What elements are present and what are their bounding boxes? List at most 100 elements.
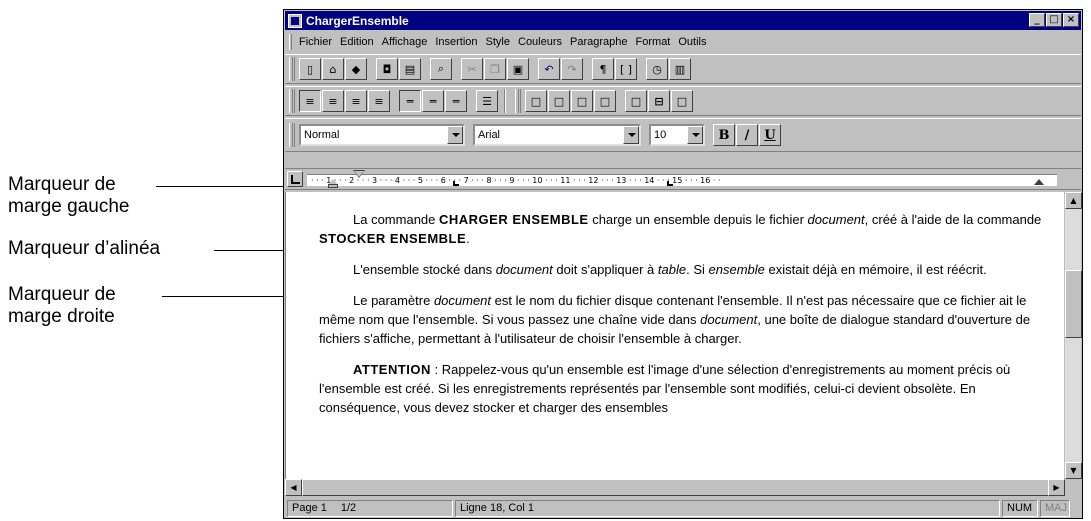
menu-format[interactable]: Format	[632, 36, 675, 48]
style-select[interactable]: Normal	[299, 124, 465, 146]
menu-bar: Fichier Edition Affichage Insertion Styl…	[285, 32, 1081, 52]
scroll-right-icon[interactable]: ▶	[1048, 479, 1065, 496]
title-bar[interactable]: ChargerEnsemble _ □ ×	[285, 11, 1081, 30]
indent-marker-icon[interactable]	[354, 171, 364, 177]
menu-insertion[interactable]: Insertion	[431, 36, 481, 48]
scroll-down-icon[interactable]: ▼	[1065, 462, 1082, 479]
tab-type-icon[interactable]	[287, 171, 303, 187]
new-document-icon[interactable]: ▯	[299, 58, 321, 80]
status-page: Page 1	[292, 502, 327, 514]
callout-left-margin: Marqueur de marge gauche	[8, 174, 129, 218]
border-right-icon[interactable]: □	[571, 90, 593, 112]
menu-grip[interactable]	[289, 34, 292, 50]
bold-text: CHARGER ENSEMBLE	[439, 212, 589, 227]
font-select[interactable]: Arial	[473, 124, 641, 146]
status-page-field: Page 1 1/2	[287, 499, 453, 517]
menu-paragraphe[interactable]: Paragraphe	[566, 36, 632, 48]
align-center-icon[interactable]: ≡	[322, 90, 344, 112]
menu-style[interactable]: Style	[482, 36, 514, 48]
text: La commande	[353, 212, 439, 227]
callout-left-margin-line2: marge gauche	[8, 196, 130, 217]
text: .	[466, 231, 470, 246]
tab-stop-icon[interactable]	[667, 181, 673, 186]
vertical-scrollbar[interactable]: ▲ ▼	[1064, 192, 1082, 479]
bullet-list-icon[interactable]: ☰	[476, 90, 498, 112]
align-left-icon[interactable]: ≡	[299, 90, 321, 112]
status-pages: 1/2	[340, 502, 357, 514]
tab-stop-icon[interactable]	[453, 181, 459, 186]
close-icon[interactable]: ×	[1063, 13, 1079, 27]
app-icon[interactable]	[288, 13, 302, 28]
toolbar-grip[interactable]	[289, 89, 295, 113]
text: Le paramètre	[353, 293, 434, 308]
scroll-up-icon[interactable]: ▲	[1065, 192, 1082, 209]
menu-edition[interactable]: Edition	[336, 36, 378, 48]
underline-button[interactable]: U	[759, 124, 781, 146]
app-window: ChargerEnsemble _ □ × Fichier Edition Af…	[283, 9, 1083, 519]
text: . Si	[686, 262, 709, 277]
menu-couleurs[interactable]: Couleurs	[514, 36, 566, 48]
border-bottom-icon[interactable]: □	[594, 90, 616, 112]
paragraph-toolbar: ≡ ≡ ≡ ≡ ═ ═ ═ ☰ □ □ □ □ □ ⊟ □	[285, 86, 1081, 116]
size-select[interactable]: 10	[649, 124, 705, 146]
border-left-icon[interactable]: □	[548, 90, 570, 112]
status-position: Ligne 18, Col 1	[455, 499, 1000, 517]
copy-icon[interactable]: ❐	[484, 58, 506, 80]
bold-button[interactable]: B	[713, 124, 735, 146]
toolbar-separator	[504, 89, 506, 113]
menu-outils[interactable]: Outils	[674, 36, 710, 48]
justify-icon[interactable]: ≡	[368, 90, 390, 112]
bold-text: STOCKER ENSEMBLE	[319, 231, 467, 246]
undo-icon[interactable]: ↶	[538, 58, 560, 80]
brackets-icon[interactable]: [ ]	[615, 58, 637, 80]
scroll-left-icon[interactable]: ◀	[285, 479, 302, 496]
paragraph-3: Le paramètre document est le nom du fich…	[319, 291, 1059, 348]
border-split-icon[interactable]: ⊟	[648, 90, 670, 112]
spacing-one-half-icon[interactable]: ═	[422, 90, 444, 112]
left-margin-marker-base[interactable]	[328, 184, 338, 188]
callout-left-margin-line1: Marqueur de	[8, 174, 116, 195]
style-value: Normal	[304, 129, 340, 141]
form-icon[interactable]: ▥	[669, 58, 691, 80]
toolbar-grip[interactable]	[289, 123, 295, 147]
italic-text: document	[807, 212, 865, 227]
redo-icon[interactable]: ↷	[561, 58, 583, 80]
chevron-down-icon[interactable]	[687, 126, 703, 144]
chevron-down-icon[interactable]	[623, 126, 639, 144]
menu-affichage[interactable]: Affichage	[378, 36, 432, 48]
open-folder-icon[interactable]: ⌂	[322, 58, 344, 80]
horizontal-scrollbar[interactable]: ◀ ▶	[285, 479, 1065, 496]
right-margin-marker-icon[interactable]	[1034, 179, 1044, 185]
text: doit s'appliquer à	[552, 262, 658, 277]
border-box-icon[interactable]: □	[625, 90, 647, 112]
find-icon[interactable]: ⌕	[430, 58, 452, 80]
text: L'ensemble stocké dans	[353, 262, 496, 277]
minimize-icon[interactable]: _	[1029, 13, 1045, 27]
vertical-scroll-thumb[interactable]	[1065, 270, 1082, 338]
toolbar-grip[interactable]	[289, 57, 295, 81]
clock-icon[interactable]: ◷	[646, 58, 668, 80]
menu-fichier[interactable]: Fichier	[295, 36, 336, 48]
italic-text: document	[433, 293, 492, 308]
cut-icon[interactable]: ✂	[461, 58, 483, 80]
border-none-icon[interactable]: □	[525, 90, 547, 112]
chevron-down-icon[interactable]	[447, 126, 463, 144]
pilcrow-icon[interactable]: ¶	[592, 58, 614, 80]
horizontal-scroll-thumb[interactable]	[302, 479, 1052, 496]
italic-button[interactable]: /	[736, 124, 758, 146]
ruler[interactable]: · · · 1 · · · 2 · · · 3 · · · 4 · · · 5 …	[285, 168, 1081, 190]
text: existait déjà en mémoire, il est réécrit…	[764, 262, 987, 277]
print-preview-icon[interactable]: ◘	[376, 58, 398, 80]
print-icon[interactable]: ▤	[399, 58, 421, 80]
italic-text: document	[495, 262, 553, 277]
toolbar-grip-2[interactable]	[515, 89, 521, 113]
spacing-double-icon[interactable]: ═	[445, 90, 467, 112]
border-all-icon[interactable]: □	[671, 90, 693, 112]
paste-icon[interactable]: ▣	[507, 58, 529, 80]
maximize-icon[interactable]: □	[1046, 13, 1062, 27]
window-controls: _ □ ×	[1029, 13, 1079, 27]
align-right-icon[interactable]: ≡	[345, 90, 367, 112]
save-icon[interactable]: ◆	[345, 58, 367, 80]
spacing-single-icon[interactable]: ═	[399, 90, 421, 112]
document-area[interactable]: La commande CHARGER ENSEMBLE charge un e…	[285, 192, 1065, 479]
